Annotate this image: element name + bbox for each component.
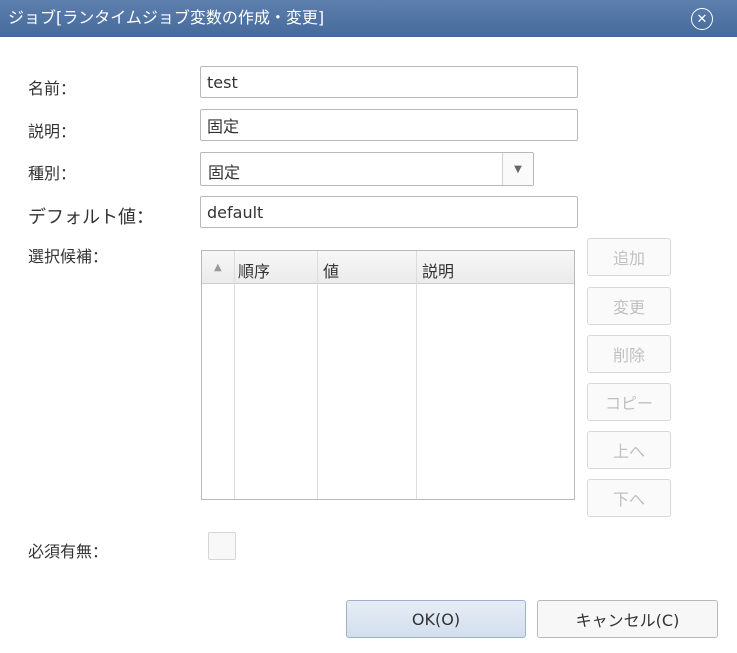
default-value-input[interactable] — [200, 196, 578, 228]
ok-button[interactable]: OK(O) — [346, 600, 526, 638]
type-label: 種別： — [28, 164, 77, 183]
column-divider — [234, 251, 235, 499]
delete-button[interactable]: 削除 — [587, 335, 671, 373]
close-icon: ✕ — [696, 11, 708, 27]
required-label: 必須有無： — [28, 542, 109, 561]
name-input[interactable] — [200, 66, 578, 98]
default-value-label: デフォルト値： — [28, 207, 154, 228]
copy-button[interactable]: コピー — [587, 383, 671, 421]
modify-button[interactable]: 変更 — [587, 287, 671, 325]
column-header-value[interactable]: 値 — [323, 258, 339, 282]
choices-table[interactable]: ▲ 順序 値 説明 — [201, 250, 575, 500]
close-button[interactable]: ✕ — [691, 8, 713, 30]
title-bar: ジョブ[ランタイムジョブ変数の作成・変更] ✕ — [0, 0, 737, 37]
column-divider — [416, 251, 417, 499]
move-up-button[interactable]: 上へ — [587, 431, 671, 469]
dialog-title: ジョブ[ランタイムジョブ変数の作成・変更] — [8, 8, 325, 27]
chevron-down-icon: ▼ — [514, 163, 522, 175]
type-select-value: 固定 — [208, 163, 241, 182]
cancel-button[interactable]: キャンセル(C) — [537, 600, 718, 638]
name-label: 名前： — [28, 79, 77, 98]
sort-ascending-icon[interactable]: ▲ — [214, 262, 222, 273]
description-label: 説明： — [28, 122, 77, 141]
required-checkbox[interactable] — [208, 532, 236, 560]
choices-label: 選択候補： — [28, 247, 109, 266]
column-divider — [317, 251, 318, 499]
column-header-order[interactable]: 順序 — [238, 258, 270, 282]
table-header: ▲ 順序 値 説明 — [202, 251, 574, 284]
type-select[interactable]: 固定 ▼ — [200, 152, 534, 186]
column-header-description[interactable]: 説明 — [422, 258, 454, 282]
description-input[interactable] — [200, 109, 578, 141]
move-down-button[interactable]: 下へ — [587, 479, 671, 517]
dropdown-button[interactable]: ▼ — [502, 153, 533, 185]
add-button[interactable]: 追加 — [587, 238, 671, 276]
job-variable-dialog: ジョブ[ランタイムジョブ変数の作成・変更] ✕ 名前： 説明： 種別： 固定 ▼… — [0, 0, 737, 653]
